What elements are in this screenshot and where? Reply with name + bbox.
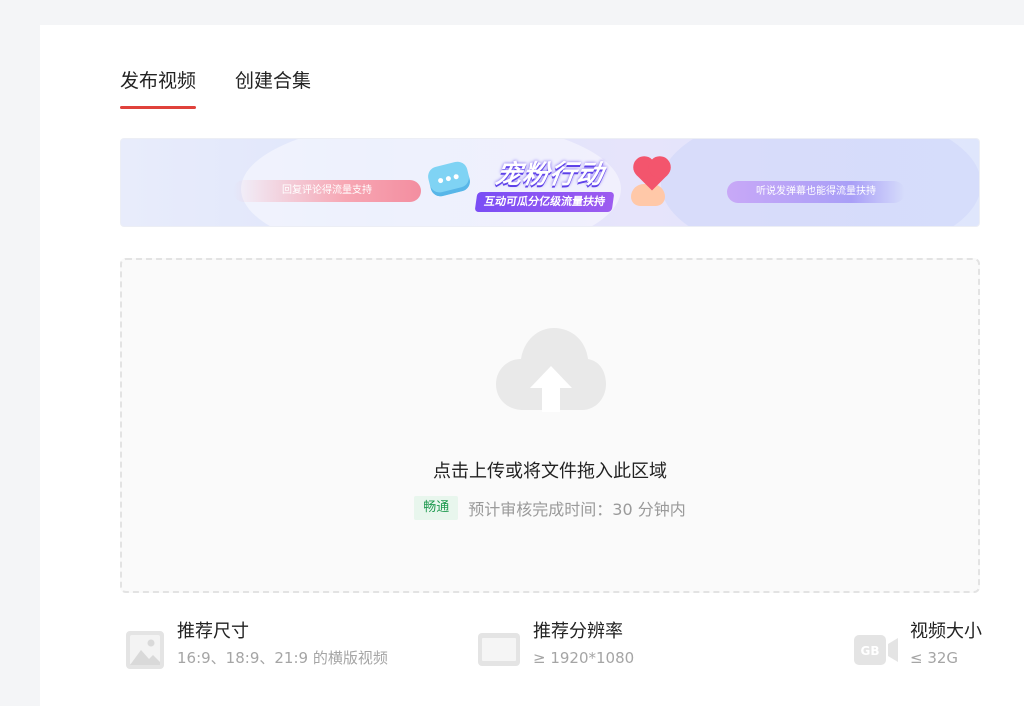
- banner-promo-art: 宠粉行动 互动可瓜分亿级流量扶持: [421, 142, 681, 226]
- spec-filesize-title: 视频大小: [910, 621, 982, 642]
- banner-title: 宠粉行动: [493, 160, 606, 190]
- publish-panel: 发布视频 创建合集 回复评论得流量支持 听说发弹幕也能得流量扶持 宠粉行动 互动…: [40, 25, 1024, 706]
- spec-size-title: 推荐尺寸: [177, 621, 249, 642]
- spec-size: 推荐尺寸 16:9、18:9、21:9 的横版视频: [125, 618, 388, 670]
- upload-specs: 推荐尺寸 16:9、18:9、21:9 的横版视频 推荐分辨率 ≥ 1920*1…: [120, 618, 982, 688]
- chat-bubble-icon: [425, 159, 473, 199]
- upload-dropzone[interactable]: 点击上传或将文件拖入此区域 畅通 预计审核完成时间：30 分钟内: [120, 258, 980, 593]
- banner-left-tag: 回复评论得流量支持: [233, 180, 421, 202]
- spec-resolution: 推荐分辨率 ≥ 1920*1080: [477, 618, 634, 670]
- tab-create-collection[interactable]: 创建合集: [235, 67, 311, 109]
- tab-bar: 发布视频 创建合集: [120, 67, 311, 109]
- image-icon: [126, 631, 164, 669]
- tab-publish-video[interactable]: 发布视频: [120, 67, 197, 109]
- spec-resolution-desc: ≥ 1920*1080: [533, 649, 635, 667]
- spec-resolution-title: 推荐分辨率: [533, 621, 623, 642]
- spec-filesize: GB 视频大小 ≤ 32G: [854, 618, 982, 670]
- status-badge: 畅通: [414, 496, 459, 520]
- promo-banner[interactable]: 回复评论得流量支持 听说发弹幕也能得流量扶持 宠粉行动 互动可瓜分亿级流量扶持: [120, 138, 980, 227]
- review-eta: 预计审核完成时间：30 分钟内: [468, 500, 686, 519]
- banner-right-tag: 听说发弹幕也能得流量扶持: [727, 181, 905, 203]
- upload-status-row: 畅通 预计审核完成时间：30 分钟内: [122, 496, 978, 520]
- spec-filesize-desc: ≤ 32G: [910, 649, 959, 667]
- gb-label: GB: [861, 644, 880, 658]
- cloud-upload-icon: [496, 328, 606, 412]
- monitor-icon: [478, 633, 520, 666]
- gb-video-icon: GB: [854, 635, 898, 665]
- upload-prompt: 点击上传或将文件拖入此区域: [433, 461, 667, 482]
- banner-subtitle: 互动可瓜分亿级流量扶持: [474, 192, 615, 212]
- spec-size-desc: 16:9、18:9、21:9 的横版视频: [177, 649, 388, 667]
